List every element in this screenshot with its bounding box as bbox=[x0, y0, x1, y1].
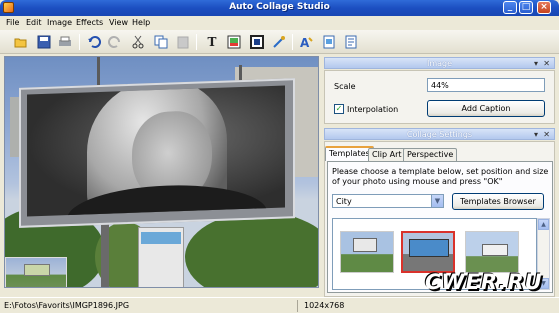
close-button[interactable]: × bbox=[537, 1, 551, 14]
watermark-logo: CWER.RU bbox=[425, 270, 543, 294]
pin-icon[interactable]: ▾ bbox=[534, 129, 538, 141]
svg-text:A: A bbox=[300, 36, 310, 49]
tab-templates[interactable]: Templates bbox=[325, 146, 374, 161]
minimize-button[interactable]: _ bbox=[503, 1, 517, 14]
collage-panel-header: Collage Settings ▾ ✕ bbox=[324, 128, 555, 140]
tab-perspective[interactable]: Perspective bbox=[403, 148, 458, 161]
image-icon[interactable] bbox=[227, 35, 241, 49]
menu-help[interactable]: Help bbox=[132, 18, 150, 27]
redo-icon[interactable] bbox=[108, 35, 122, 49]
street-sign bbox=[138, 227, 184, 287]
template-billboard bbox=[482, 244, 508, 256]
print-icon[interactable] bbox=[58, 35, 72, 49]
chevron-down-icon[interactable]: ▼ bbox=[431, 195, 443, 207]
menu-bar: File Edit Image Effects View Help bbox=[0, 16, 559, 30]
add-caption-button[interactable]: Add Caption bbox=[427, 100, 545, 117]
preview-thumbnail[interactable] bbox=[5, 257, 67, 287]
cut-icon[interactable] bbox=[131, 35, 145, 49]
magic-icon[interactable] bbox=[272, 35, 286, 49]
save-icon[interactable] bbox=[37, 35, 51, 49]
menu-effects[interactable]: Effects bbox=[76, 18, 103, 27]
window-title: Auto Collage Studio bbox=[229, 2, 330, 12]
close-panel-icon[interactable]: ✕ bbox=[543, 58, 550, 70]
scroll-up-icon[interactable]: ▲ bbox=[538, 219, 549, 230]
close-panel-icon[interactable]: ✕ bbox=[543, 129, 550, 141]
open-icon[interactable] bbox=[14, 35, 28, 49]
menu-file[interactable]: File bbox=[6, 18, 19, 27]
maximize-button[interactable]: □ bbox=[519, 1, 533, 14]
template-thumbnail[interactable] bbox=[340, 231, 394, 273]
interpolation-label: Interpolation bbox=[347, 105, 399, 114]
menu-edit[interactable]: Edit bbox=[26, 18, 42, 27]
status-bar: E:\Fotos\Favorits\IMGP1896.JPG 1024x768 bbox=[0, 297, 559, 313]
status-dimensions: 1024x768 bbox=[304, 301, 345, 310]
template-thumbnail-selected[interactable] bbox=[401, 231, 455, 273]
toolbar-separator bbox=[196, 34, 197, 50]
image-panel-header: Image ▾ ✕ bbox=[324, 57, 555, 69]
frame-icon[interactable] bbox=[250, 35, 264, 49]
image-canvas[interactable] bbox=[4, 56, 319, 288]
sign-panel bbox=[141, 232, 181, 244]
settings-icon[interactable] bbox=[344, 35, 358, 49]
toolbar-separator bbox=[292, 34, 293, 50]
scale-input[interactable]: 44% bbox=[427, 78, 545, 92]
toolbar: T A bbox=[0, 30, 559, 54]
template-thumbnail[interactable] bbox=[465, 231, 519, 273]
template-billboard bbox=[353, 238, 377, 252]
title-bar[interactable]: Auto Collage Studio _ □ × bbox=[0, 0, 559, 16]
status-divider bbox=[297, 300, 298, 312]
copy-icon[interactable] bbox=[154, 35, 168, 49]
text-effect-icon[interactable]: A bbox=[299, 35, 313, 49]
thumbnail-billboard bbox=[24, 264, 50, 276]
pin-icon[interactable]: ▾ bbox=[534, 58, 538, 70]
paste-icon[interactable] bbox=[176, 35, 190, 49]
template-instructions: Please choose a template below, set posi… bbox=[332, 167, 549, 186]
category-value: City bbox=[336, 197, 352, 206]
image-panel-title: Image bbox=[426, 59, 453, 68]
billboard-lamp-post bbox=[97, 57, 100, 87]
templates-browser-button[interactable]: Templates Browser bbox=[452, 193, 544, 210]
tab-clip-art[interactable]: Clip Art bbox=[368, 148, 406, 161]
interpolation-checkbox[interactable]: ✓ bbox=[334, 104, 344, 114]
export-icon[interactable] bbox=[322, 35, 336, 49]
menu-image[interactable]: Image bbox=[47, 18, 72, 27]
undo-icon[interactable] bbox=[87, 35, 101, 49]
menu-view[interactable]: View bbox=[109, 18, 128, 27]
category-select[interactable]: City ▼ bbox=[332, 194, 444, 208]
collage-photo[interactable] bbox=[27, 85, 285, 217]
tree bbox=[185, 212, 318, 287]
scale-label: Scale bbox=[334, 82, 356, 91]
billboard-leg bbox=[101, 217, 109, 287]
collage-panel-title: Collage Settings bbox=[406, 130, 473, 139]
status-file-path: E:\Fotos\Favorits\IMGP1896.JPG bbox=[4, 301, 130, 310]
toolbar-separator bbox=[79, 34, 80, 50]
text-icon[interactable]: T bbox=[205, 35, 219, 49]
template-billboard bbox=[409, 239, 449, 257]
